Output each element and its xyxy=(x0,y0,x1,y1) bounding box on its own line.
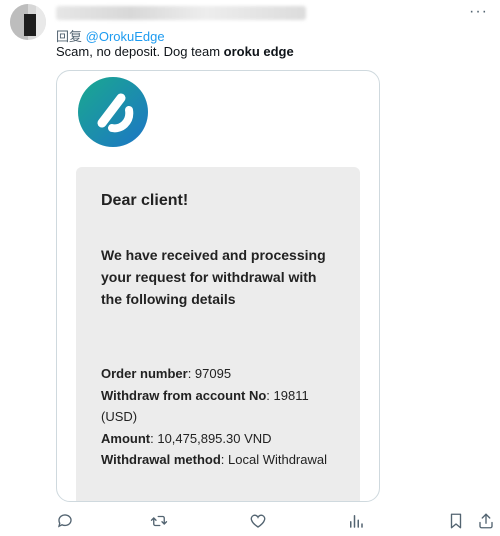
broker-logo-icon xyxy=(77,76,149,148)
reply-prefix: 回复 xyxy=(56,29,83,44)
account-row: Withdraw from account No: 19811 xyxy=(101,387,309,403)
reply-mention-link[interactable]: @OrokuEdge xyxy=(86,29,165,44)
tweet-actions xyxy=(56,512,494,532)
order-number-value: 97095 xyxy=(194,366,232,381)
account-value: 19811 xyxy=(273,387,309,403)
order-number-label: Order number xyxy=(101,366,188,381)
more-icon[interactable]: ··· xyxy=(469,4,488,20)
method-label: Withdrawal method xyxy=(101,452,221,467)
method-row: Withdrawal method: Local Withdrawal xyxy=(101,452,328,467)
amount-value: 10,475,895.30 VND xyxy=(157,430,272,446)
method-value: Local Withdrawal xyxy=(228,452,328,467)
reply-icon[interactable] xyxy=(56,512,74,530)
order-number-row: Order number: 97095 xyxy=(101,366,232,381)
like-icon[interactable] xyxy=(249,512,267,530)
media-image[interactable]: Dear client! We have received and proces… xyxy=(56,70,380,502)
reply-context: 回复 @OrokuEdge xyxy=(56,26,165,45)
account-currency: (USD) xyxy=(101,409,138,424)
retweet-icon[interactable] xyxy=(150,512,168,530)
share-icon[interactable] xyxy=(477,512,495,530)
bookmark-icon[interactable] xyxy=(447,512,465,530)
tweet-text-body: Scam, no deposit. Dog team xyxy=(56,44,224,59)
withdrawal-details: Order number: 97095 Withdraw from accoun… xyxy=(101,363,351,471)
avatar-pixel xyxy=(36,4,46,40)
email-intro: We have received and processing your req… xyxy=(101,247,326,307)
redacted-author-name xyxy=(56,6,306,20)
email-card: Dear client! We have received and proces… xyxy=(76,167,360,501)
account-label: Withdraw from account No xyxy=(101,387,267,403)
avatar[interactable] xyxy=(10,4,46,40)
amount-row: Amount: 10,475,895.30 VND xyxy=(101,430,272,446)
tweet-text-bold: oroku edge xyxy=(223,44,294,59)
tweet-text: Scam, no deposit. Dog team oroku edge xyxy=(56,44,294,59)
amount-label: Amount xyxy=(101,430,151,446)
email-greeting: Dear client! xyxy=(101,192,189,209)
views-icon[interactable] xyxy=(347,512,365,530)
